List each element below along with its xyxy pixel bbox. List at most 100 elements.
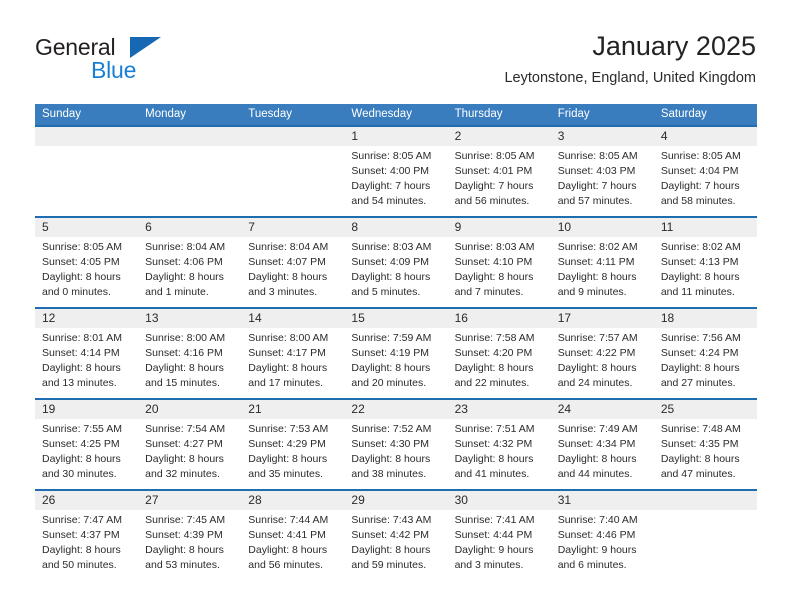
day-sun-info: Sunrise: 7:52 AM Sunset: 4:30 PM Dayligh… — [351, 423, 432, 480]
calendar-day-cell[interactable]: 23 Sunrise: 7:51 AM Sunset: 4:32 PM Dayl… — [448, 400, 551, 489]
page-header: General Blue January 2025 Leytonstone, E… — [0, 0, 792, 100]
calendar-day-cell[interactable]: 20 Sunrise: 7:54 AM Sunset: 4:27 PM Dayl… — [138, 400, 241, 489]
calendar-day-cell[interactable]: 24 Sunrise: 7:49 AM Sunset: 4:34 PM Dayl… — [551, 400, 654, 489]
day-number: 6 — [145, 220, 152, 234]
calendar-page: General Blue January 2025 Leytonstone, E… — [0, 0, 792, 612]
day-number: 10 — [557, 220, 572, 234]
calendar-day-cell[interactable]: 10 Sunrise: 8:02 AM Sunset: 4:11 PM Dayl… — [551, 218, 654, 307]
day-sun-info: Sunrise: 7:53 AM Sunset: 4:29 PM Dayligh… — [248, 423, 329, 480]
day-number: 18 — [660, 311, 675, 325]
day-number: 28 — [248, 493, 262, 507]
calendar-day-cell[interactable]: 2 Sunrise: 8:05 AM Sunset: 4:01 PM Dayli… — [448, 127, 551, 216]
calendar-day-cell[interactable]: 27 Sunrise: 7:45 AM Sunset: 4:39 PM Dayl… — [138, 491, 241, 577]
day-sun-info: Sunrise: 8:03 AM Sunset: 4:09 PM Dayligh… — [351, 241, 432, 298]
day-sun-info: Sunrise: 7:57 AM Sunset: 4:22 PM Dayligh… — [557, 332, 638, 389]
calendar-day-cell[interactable]: 19 Sunrise: 7:55 AM Sunset: 4:25 PM Dayl… — [35, 400, 138, 489]
calendar-day-cell[interactable]: 12 Sunrise: 8:01 AM Sunset: 4:14 PM Dayl… — [35, 309, 138, 398]
day-number: 19 — [42, 402, 56, 416]
calendar-day-cell[interactable] — [35, 127, 138, 216]
general-blue-logo: General Blue — [35, 34, 265, 90]
day-sun-info: Sunrise: 8:04 AM Sunset: 4:06 PM Dayligh… — [145, 241, 226, 298]
day-number: 14 — [248, 311, 262, 325]
weekday-header-saturday: Saturday — [660, 108, 707, 120]
day-sun-info: Sunrise: 7:43 AM Sunset: 4:42 PM Dayligh… — [351, 514, 432, 571]
day-number: 8 — [351, 220, 359, 234]
calendar-day-cell[interactable] — [654, 491, 757, 577]
calendar-day-cell[interactable]: 31 Sunrise: 7:40 AM Sunset: 4:46 PM Dayl… — [551, 491, 654, 577]
day-number — [145, 127, 234, 146]
calendar-day-cell[interactable]: 18 Sunrise: 7:56 AM Sunset: 4:24 PM Dayl… — [654, 309, 757, 398]
weekday-header-tuesday: Tuesday — [248, 108, 292, 120]
day-number: 4 — [660, 129, 668, 143]
calendar-day-cell[interactable]: 21 Sunrise: 7:53 AM Sunset: 4:29 PM Dayl… — [241, 400, 344, 489]
calendar-day-cell[interactable] — [241, 127, 344, 216]
calendar-day-cell[interactable]: 22 Sunrise: 7:52 AM Sunset: 4:30 PM Dayl… — [344, 400, 447, 489]
weekday-header-monday: Monday — [145, 108, 187, 120]
calendar-day-cell[interactable]: 4 Sunrise: 8:05 AM Sunset: 4:04 PM Dayli… — [654, 127, 757, 216]
calendar-day-cell[interactable]: 14 Sunrise: 8:00 AM Sunset: 4:17 PM Dayl… — [241, 309, 344, 398]
weekday-header-thursday: Thursday — [454, 108, 503, 120]
calendar-day-cell[interactable]: 13 Sunrise: 8:00 AM Sunset: 4:16 PM Dayl… — [138, 309, 241, 398]
calendar-day-cell[interactable]: 7 Sunrise: 8:04 AM Sunset: 4:07 PM Dayli… — [241, 218, 344, 307]
day-sun-info: Sunrise: 8:05 AM Sunset: 4:05 PM Dayligh… — [42, 241, 122, 298]
day-sun-info: Sunrise: 7:41 AM Sunset: 4:44 PM Dayligh… — [454, 514, 535, 571]
day-sun-info: Sunrise: 8:00 AM Sunset: 4:17 PM Dayligh… — [248, 332, 329, 389]
day-sun-info: Sunrise: 7:44 AM Sunset: 4:41 PM Dayligh… — [248, 514, 329, 571]
calendar-day-cell[interactable]: 15 Sunrise: 7:59 AM Sunset: 4:19 PM Dayl… — [344, 309, 447, 398]
calendar-day-cell[interactable]: 26 Sunrise: 7:47 AM Sunset: 4:37 PM Dayl… — [35, 491, 138, 577]
calendar-day-cell[interactable]: 25 Sunrise: 7:48 AM Sunset: 4:35 PM Dayl… — [654, 400, 757, 489]
page-title: January 2025 — [592, 31, 756, 61]
day-number: 7 — [248, 220, 255, 234]
day-sun-info: Sunrise: 8:02 AM Sunset: 4:11 PM Dayligh… — [557, 241, 638, 298]
day-number: 21 — [248, 402, 262, 416]
calendar-day-cell[interactable]: 9 Sunrise: 8:03 AM Sunset: 4:10 PM Dayli… — [448, 218, 551, 307]
day-number — [42, 127, 131, 146]
calendar-day-cell[interactable]: 5 Sunrise: 8:05 AM Sunset: 4:05 PM Dayli… — [35, 218, 138, 307]
day-number: 17 — [557, 311, 572, 325]
day-number: 12 — [42, 311, 56, 325]
day-number — [661, 491, 750, 510]
calendar-day-cell[interactable]: 30 Sunrise: 7:41 AM Sunset: 4:44 PM Dayl… — [448, 491, 551, 577]
calendar-day-cell[interactable]: 8 Sunrise: 8:03 AM Sunset: 4:09 PM Dayli… — [344, 218, 447, 307]
title-block: January 2025 Leytonstone, England, Unite… — [504, 30, 756, 88]
calendar-week-row: 19 Sunrise: 7:55 AM Sunset: 4:25 PM Dayl… — [35, 398, 757, 489]
day-sun-info: Sunrise: 7:47 AM Sunset: 4:37 PM Dayligh… — [42, 514, 122, 571]
day-number: 29 — [351, 493, 365, 507]
calendar-day-cell[interactable]: 1 Sunrise: 8:05 AM Sunset: 4:00 PM Dayli… — [344, 127, 447, 216]
day-number: 11 — [660, 220, 674, 234]
day-sun-info: Sunrise: 7:54 AM Sunset: 4:27 PM Dayligh… — [145, 423, 226, 480]
weekday-header-row: Sunday Monday Tuesday Wednesday Thursday… — [35, 104, 757, 125]
day-number: 13 — [145, 311, 159, 325]
day-number: 31 — [557, 493, 572, 507]
day-sun-info: Sunrise: 8:00 AM Sunset: 4:16 PM Dayligh… — [145, 332, 226, 389]
day-number: 2 — [454, 129, 462, 143]
calendar-day-cell[interactable]: 28 Sunrise: 7:44 AM Sunset: 4:41 PM Dayl… — [241, 491, 344, 577]
calendar-week-row: 12 Sunrise: 8:01 AM Sunset: 4:14 PM Dayl… — [35, 307, 757, 398]
calendar-day-cell[interactable]: 29 Sunrise: 7:43 AM Sunset: 4:42 PM Dayl… — [344, 491, 447, 577]
day-number: 24 — [557, 402, 572, 416]
day-sun-info: Sunrise: 7:55 AM Sunset: 4:25 PM Dayligh… — [42, 423, 122, 480]
day-number: 22 — [351, 402, 365, 416]
location-subtitle: Leytonstone, England, United Kingdom — [504, 70, 756, 86]
day-number: 30 — [454, 493, 468, 507]
calendar-day-cell[interactable]: 6 Sunrise: 8:04 AM Sunset: 4:06 PM Dayli… — [138, 218, 241, 307]
day-number: 25 — [660, 402, 675, 416]
weekday-header-friday: Friday — [557, 108, 590, 120]
day-number: 20 — [145, 402, 159, 416]
day-number: 27 — [145, 493, 159, 507]
day-sun-info: Sunrise: 7:48 AM Sunset: 4:35 PM Dayligh… — [660, 423, 741, 480]
calendar-day-cell[interactable] — [138, 127, 241, 216]
day-number: 15 — [351, 311, 365, 325]
calendar-week-row: 5 Sunrise: 8:05 AM Sunset: 4:05 PM Dayli… — [35, 216, 757, 307]
calendar-day-cell[interactable]: 3 Sunrise: 8:05 AM Sunset: 4:03 PM Dayli… — [551, 127, 654, 216]
day-sun-info: Sunrise: 7:56 AM Sunset: 4:24 PM Dayligh… — [660, 332, 741, 389]
day-sun-info: Sunrise: 7:51 AM Sunset: 4:32 PM Dayligh… — [454, 423, 535, 480]
day-number: 5 — [42, 220, 49, 234]
day-sun-info: Sunrise: 8:02 AM Sunset: 4:13 PM Dayligh… — [660, 241, 741, 298]
calendar-day-cell[interactable]: 16 Sunrise: 7:58 AM Sunset: 4:20 PM Dayl… — [448, 309, 551, 398]
day-sun-info: Sunrise: 8:01 AM Sunset: 4:14 PM Dayligh… — [42, 332, 122, 389]
calendar-day-cell[interactable]: 17 Sunrise: 7:57 AM Sunset: 4:22 PM Dayl… — [551, 309, 654, 398]
calendar-week-row: 1 Sunrise: 8:05 AM Sunset: 4:00 PM Dayli… — [35, 125, 757, 216]
calendar-day-cell[interactable]: 11 Sunrise: 8:02 AM Sunset: 4:13 PM Dayl… — [654, 218, 757, 307]
day-sun-info: Sunrise: 8:03 AM Sunset: 4:10 PM Dayligh… — [454, 241, 535, 298]
